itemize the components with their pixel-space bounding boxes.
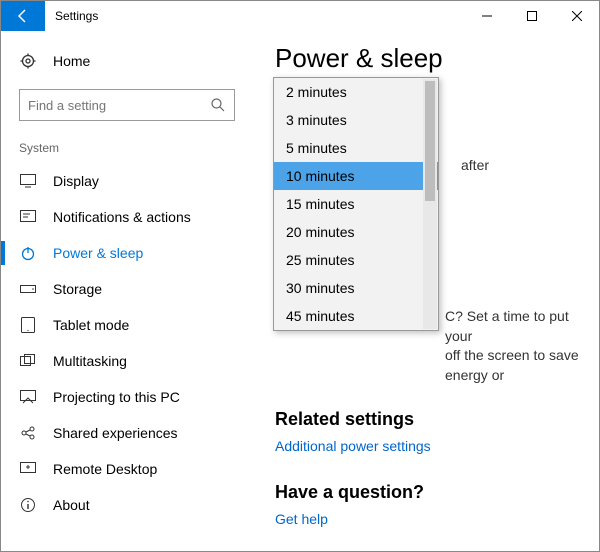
sidebar-item-tablet-mode[interactable]: Tablet mode [1, 307, 253, 343]
dropdown-option[interactable]: 25 minutes [274, 246, 438, 274]
related-settings-heading: Related settings [275, 409, 459, 430]
info-icon [19, 497, 37, 513]
sidebar-item-label: Power & sleep [53, 245, 143, 261]
sleep-timeout-dropdown[interactable]: 2 minutes 3 minutes 5 minutes 10 minutes… [273, 77, 439, 331]
sidebar-item-shared-experiences[interactable]: Shared experiences [1, 415, 253, 451]
dropdown-option[interactable]: 20 minutes [274, 218, 438, 246]
window-controls [464, 1, 599, 31]
search-input[interactable] [28, 98, 210, 113]
sidebar-item-label: About [53, 497, 90, 513]
window-title: Settings [55, 9, 98, 23]
sidebar-item-display[interactable]: Display [1, 163, 253, 199]
dropdown-option[interactable]: 30 minutes [274, 274, 438, 302]
dropdown-option[interactable]: 5 minutes [274, 134, 438, 162]
sidebar-item-label: Display [53, 173, 99, 189]
monitor-icon [19, 174, 37, 188]
storage-icon [19, 283, 37, 295]
multitasking-icon [19, 354, 37, 368]
sidebar-item-label: Multitasking [53, 353, 127, 369]
notification-icon [19, 210, 37, 224]
dropdown-option[interactable]: 15 minutes [274, 190, 438, 218]
dropdown-option[interactable]: 2 minutes [274, 78, 438, 106]
gear-icon [19, 53, 37, 69]
dropdown-scroll-thumb[interactable] [425, 81, 435, 201]
sidebar-item-label: Tablet mode [53, 317, 129, 333]
search-box[interactable] [19, 89, 235, 121]
maximize-button[interactable] [509, 1, 554, 31]
partial-line2: off the screen to save energy or [445, 347, 579, 383]
sidebar: Home System Display Notifications & acti… [1, 31, 253, 551]
sidebar-item-remote-desktop[interactable]: Remote Desktop [1, 451, 253, 487]
body-area: Home System Display Notifications & acti… [1, 31, 599, 551]
dropdown-option[interactable]: 3 minutes [274, 106, 438, 134]
partial-text-pc: C? Set a time to put your off the screen… [445, 307, 599, 385]
nav-home-label: Home [53, 53, 90, 69]
power-icon [19, 245, 37, 261]
close-icon [572, 11, 582, 21]
sidebar-item-label: Projecting to this PC [53, 389, 180, 405]
arrow-left-icon [15, 8, 31, 24]
remote-desktop-icon [19, 462, 37, 476]
sidebar-item-multitasking[interactable]: Multitasking [1, 343, 253, 379]
sidebar-item-notifications[interactable]: Notifications & actions [1, 199, 253, 235]
sidebar-item-label: Shared experiences [53, 425, 178, 441]
dropdown-scrollbar[interactable] [423, 79, 437, 329]
sidebar-item-label: Storage [53, 281, 102, 297]
tablet-icon [19, 317, 37, 333]
title-bar: Settings [1, 1, 599, 31]
partial-line1: C? Set a time to put your [445, 308, 569, 344]
sidebar-item-power-sleep[interactable]: Power & sleep [1, 235, 253, 271]
close-button[interactable] [554, 1, 599, 31]
sidebar-item-label: Remote Desktop [53, 461, 157, 477]
search-icon [210, 97, 226, 113]
partial-text-after: after [461, 157, 489, 173]
get-help-link[interactable]: Get help [275, 511, 328, 527]
minimize-button[interactable] [464, 1, 509, 31]
page-title: Power & sleep [275, 43, 573, 74]
minimize-icon [482, 11, 492, 21]
lower-sections: Related settings Additional power settin… [275, 389, 459, 551]
sidebar-section-label: System [1, 135, 253, 163]
content-area: Power & sleep 2 minutes 3 minutes 5 minu… [253, 31, 599, 551]
sidebar-item-about[interactable]: About [1, 487, 253, 523]
back-button[interactable] [1, 1, 45, 31]
additional-power-settings-link[interactable]: Additional power settings [275, 438, 431, 454]
projecting-icon [19, 390, 37, 404]
sidebar-item-storage[interactable]: Storage [1, 271, 253, 307]
sidebar-item-projecting[interactable]: Projecting to this PC [1, 379, 253, 415]
have-question-heading: Have a question? [275, 482, 459, 503]
settings-window: Settings Home [0, 0, 600, 552]
shared-icon [19, 426, 37, 440]
maximize-icon [527, 11, 537, 21]
dropdown-option[interactable]: 45 minutes [274, 302, 438, 330]
sidebar-item-label: Notifications & actions [53, 209, 191, 225]
nav-home[interactable]: Home [1, 45, 253, 77]
dropdown-option-selected[interactable]: 10 minutes [274, 162, 438, 190]
